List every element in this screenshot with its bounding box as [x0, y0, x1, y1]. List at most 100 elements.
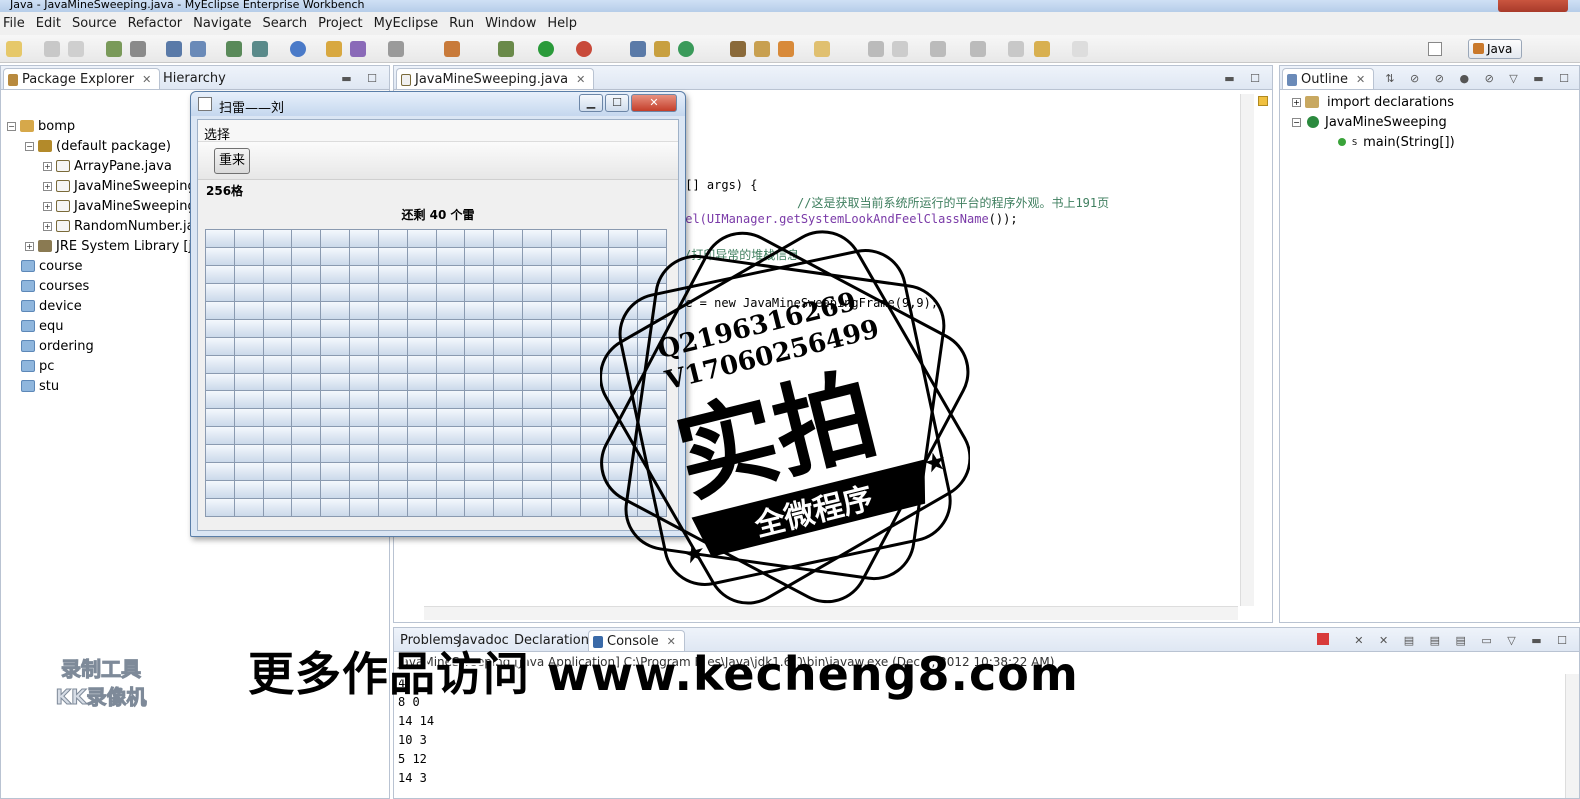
mine-cell-button[interactable]	[494, 409, 522, 427]
mine-cell-button[interactable]	[465, 230, 494, 247]
mine-cell-button[interactable]	[206, 445, 234, 463]
mine-cell-button[interactable]	[350, 265, 378, 283]
mine-cell-button[interactable]	[263, 409, 292, 427]
tree-item-stu[interactable]: stu	[21, 376, 59, 396]
search-icon[interactable]	[754, 41, 770, 57]
menu-myeclipse[interactable]: MyEclipse	[371, 16, 447, 31]
mine-cell-button[interactable]	[465, 319, 494, 337]
mark-icon[interactable]	[892, 41, 908, 57]
mine-cell-button[interactable]	[494, 463, 522, 481]
mine-cell-button[interactable]	[234, 301, 263, 319]
expand-icon[interactable]: +	[43, 221, 52, 231]
mine-cell-button[interactable]	[350, 427, 378, 445]
close-icon[interactable]: ✕	[142, 73, 151, 86]
mine-cell-button[interactable]	[350, 283, 378, 301]
mine-cell-button[interactable]	[292, 337, 321, 355]
mine-cell-button[interactable]	[436, 373, 465, 391]
mine-cell-button[interactable]	[292, 355, 321, 373]
mine-cell-button[interactable]	[522, 230, 551, 247]
menu-search[interactable]: Search	[259, 16, 315, 31]
mine-cell-button[interactable]	[551, 230, 580, 247]
minesweeper-title-bar[interactable]: 扫雷——刘 ▁ ☐ ✕	[191, 92, 685, 116]
next-annotation-icon[interactable]	[930, 41, 946, 57]
tree-item-equ[interactable]: equ	[21, 316, 64, 336]
annotation-icon[interactable]	[778, 41, 794, 57]
mine-cell-button[interactable]	[234, 283, 263, 301]
mine-cell-button[interactable]	[378, 265, 407, 283]
tools-icon[interactable]	[444, 41, 460, 57]
mine-cell-button[interactable]	[522, 301, 551, 319]
mine-cell-button[interactable]	[407, 319, 436, 337]
mine-cell-button[interactable]	[465, 499, 494, 516]
deploy-icon[interactable]	[166, 41, 182, 57]
mine-cell-button[interactable]	[465, 283, 494, 301]
new-java-project-icon[interactable]	[630, 41, 646, 57]
back-icon[interactable]	[1034, 41, 1050, 57]
mine-cell-button[interactable]	[350, 230, 378, 247]
mine-cell-button[interactable]	[522, 499, 551, 516]
mine-cell-button[interactable]	[407, 373, 436, 391]
mine-cell-button[interactable]	[206, 499, 234, 516]
mine-cell-button[interactable]	[407, 265, 436, 283]
mine-cell-button[interactable]	[551, 499, 580, 516]
mine-cell-button[interactable]	[321, 373, 350, 391]
mine-cell-button[interactable]	[321, 427, 350, 445]
terminate-icon[interactable]	[1317, 633, 1329, 645]
mine-cell-button[interactable]	[551, 481, 580, 499]
mine-cell-button[interactable]	[234, 247, 263, 265]
mine-cell-button[interactable]	[263, 373, 292, 391]
mine-cell-button[interactable]	[321, 283, 350, 301]
mine-cell-button[interactable]	[263, 445, 292, 463]
mine-cell-button[interactable]	[378, 445, 407, 463]
mine-cell-button[interactable]	[436, 499, 465, 516]
mine-cell-button[interactable]	[378, 301, 407, 319]
mine-cell-button[interactable]	[551, 427, 580, 445]
mine-cell-button[interactable]	[350, 355, 378, 373]
mine-cell-button[interactable]	[465, 355, 494, 373]
mine-cell-button[interactable]	[436, 427, 465, 445]
new-icon[interactable]	[6, 41, 22, 57]
mine-cell-button[interactable]	[436, 283, 465, 301]
mine-cell-button[interactable]	[522, 481, 551, 499]
maximize-button[interactable]: ☐	[605, 94, 629, 112]
mine-cell-button[interactable]	[378, 409, 407, 427]
mine-cell-button[interactable]	[263, 301, 292, 319]
mine-cell-button[interactable]	[494, 373, 522, 391]
console-toolbar-icons[interactable]: ✕ ✕ ▤ ▤ ▤ ▭ ▽ ▬ ☐	[1354, 634, 1573, 647]
mine-cell-button[interactable]	[206, 319, 234, 337]
mine-cell-button[interactable]	[494, 481, 522, 499]
mine-cell-button[interactable]	[263, 319, 292, 337]
outline-item-class[interactable]: − JavaMineSweeping	[1292, 112, 1447, 132]
mine-cell-button[interactable]	[321, 265, 350, 283]
mine-cell-button[interactable]	[234, 427, 263, 445]
tree-item-device[interactable]: device	[21, 296, 82, 316]
mine-cell-button[interactable]	[321, 355, 350, 373]
mine-cell-button[interactable]	[522, 427, 551, 445]
tree-item-randomnumber[interactable]: + RandomNumber.ja	[43, 216, 195, 236]
mine-cell-button[interactable]	[292, 265, 321, 283]
mine-cell-button[interactable]	[321, 409, 350, 427]
mine-cell-button[interactable]	[350, 481, 378, 499]
mine-cell-button[interactable]	[292, 445, 321, 463]
mine-cell-button[interactable]	[407, 283, 436, 301]
mine-cell-button[interactable]	[465, 409, 494, 427]
mine-cell-button[interactable]	[551, 283, 580, 301]
mine-cell-button[interactable]	[522, 391, 551, 409]
mine-cell-button[interactable]	[378, 463, 407, 481]
mine-cell-button[interactable]	[321, 319, 350, 337]
mine-cell-button[interactable]	[551, 319, 580, 337]
mine-cell-button[interactable]	[522, 247, 551, 265]
mine-cell-button[interactable]	[206, 391, 234, 409]
open-type-icon[interactable]	[226, 41, 242, 57]
editor-minmax-icons[interactable]: ▬ ☐	[1224, 72, 1266, 85]
mine-cell-button[interactable]	[234, 445, 263, 463]
mine-cell-button[interactable]	[522, 355, 551, 373]
mine-cell-button[interactable]	[465, 463, 494, 481]
mine-cell-button[interactable]	[234, 499, 263, 516]
server-icon[interactable]	[190, 41, 206, 57]
new-class-icon[interactable]	[678, 41, 694, 57]
editor-horizontal-scrollbar[interactable]	[424, 606, 1238, 620]
mine-cell-button[interactable]	[206, 230, 234, 247]
mine-cell-button[interactable]	[206, 337, 234, 355]
mine-cell-button[interactable]	[378, 283, 407, 301]
